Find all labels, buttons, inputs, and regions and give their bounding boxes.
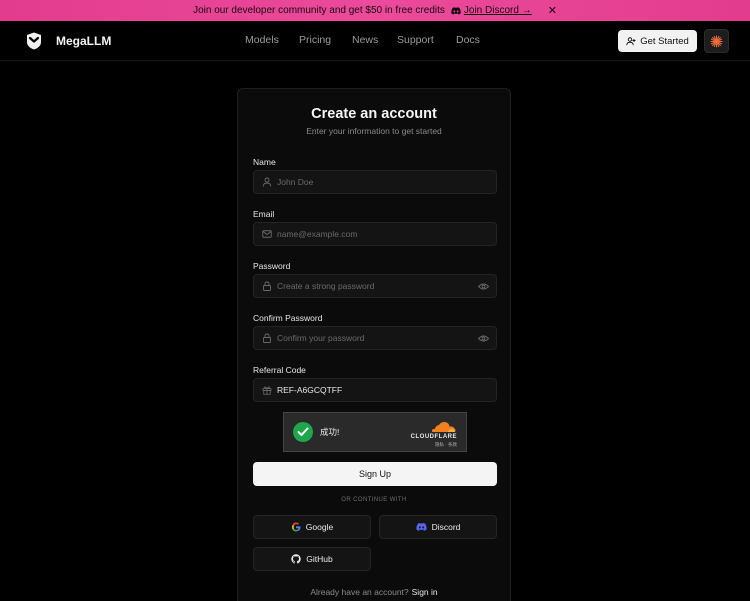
nav-link-models[interactable]: Models [245,34,299,46]
nav-link-pricing[interactable]: Pricing [299,34,352,46]
name-field[interactable] [253,170,497,194]
page-title: Create an account [311,106,437,122]
discord-icon [415,523,427,531]
captcha-status: 成功! [320,427,340,437]
nav-link-docs[interactable]: Docs [456,34,480,46]
nav-link-support[interactable]: Support [397,34,456,46]
sign-in-link[interactable]: Sign in [412,587,438,597]
banner-close-icon[interactable]: ✕ [548,4,557,17]
cloudflare-cloud-icon [431,421,456,432]
banner-text: Join our developer community and get $50… [193,5,445,16]
announcement-banner: Join our developer community and get $50… [0,0,750,21]
cloudflare-branding: CLOUDFLARE 隐私 · 条款 [411,421,457,448]
discord-signin-button[interactable]: Discord [379,515,497,539]
mail-icon [262,230,272,238]
add-user-icon [626,36,636,45]
email-field[interactable] [253,222,497,246]
password-input[interactable] [277,281,467,291]
referral-code-label: Referral Code [253,365,306,375]
referral-code-field[interactable] [253,378,497,402]
google-icon [291,522,301,532]
top-nav: MegaLLM Models Pricing News Support Docs… [0,21,750,61]
brand-logo[interactable]: MegaLLM [24,31,111,51]
cloudflare-captcha-widget[interactable]: 成功! CLOUDFLARE 隐私 · 条款 [283,412,467,452]
name-input[interactable] [277,177,467,187]
eye-icon[interactable] [478,334,489,343]
signup-card: Create an account Enter your information… [237,88,511,601]
discord-label: Discord [431,522,461,532]
cloudflare-wordmark: CLOUDFLARE [410,434,457,440]
success-check-icon [293,422,313,442]
google-signin-button[interactable]: Google [253,515,371,539]
name-label: Name [253,157,276,167]
lock-icon [263,281,271,291]
github-label: GitHub [306,554,333,564]
sign-up-button[interactable]: Sign Up [253,462,497,486]
discord-icon [451,6,461,15]
lock-icon [263,333,271,343]
join-discord-label: Join Discord → [463,5,532,16]
confirm-password-input[interactable] [277,333,467,343]
nav-link-news[interactable]: News [352,34,397,46]
referral-code-input[interactable] [277,385,467,395]
password-field[interactable] [253,274,497,298]
eye-icon[interactable] [478,282,489,291]
password-label: Password [253,261,291,271]
get-started-label: Get Started [640,35,689,47]
signin-prompt-text: Already have an account? [310,587,409,597]
email-label: Email [253,209,275,219]
sun-burst-icon [710,34,723,48]
confirm-password-label: Confirm Password [253,313,323,323]
brand-name: MegaLLM [56,34,112,48]
confirm-password-field[interactable] [253,326,497,350]
google-label: Google [305,522,334,532]
join-discord-link[interactable]: Join Discord → [451,5,532,16]
signin-prompt: Already have an account? Sign in [238,587,510,597]
oauth-divider: OR CONTINUE WITH [341,497,407,503]
nav-links: Models Pricing News Support Docs [245,34,480,46]
theme-toggle-button[interactable] [704,29,729,53]
megallm-logo-icon [27,32,41,50]
page-subtitle: Enter your information to get started [306,126,442,136]
gift-icon [262,386,272,395]
email-input[interactable] [277,229,467,239]
github-signin-button[interactable]: GitHub [253,547,371,571]
user-icon [262,177,272,187]
github-icon [291,554,301,564]
get-started-button[interactable]: Get Started [618,30,697,52]
captcha-privacy-terms[interactable]: 隐私 · 条款 [435,442,457,448]
